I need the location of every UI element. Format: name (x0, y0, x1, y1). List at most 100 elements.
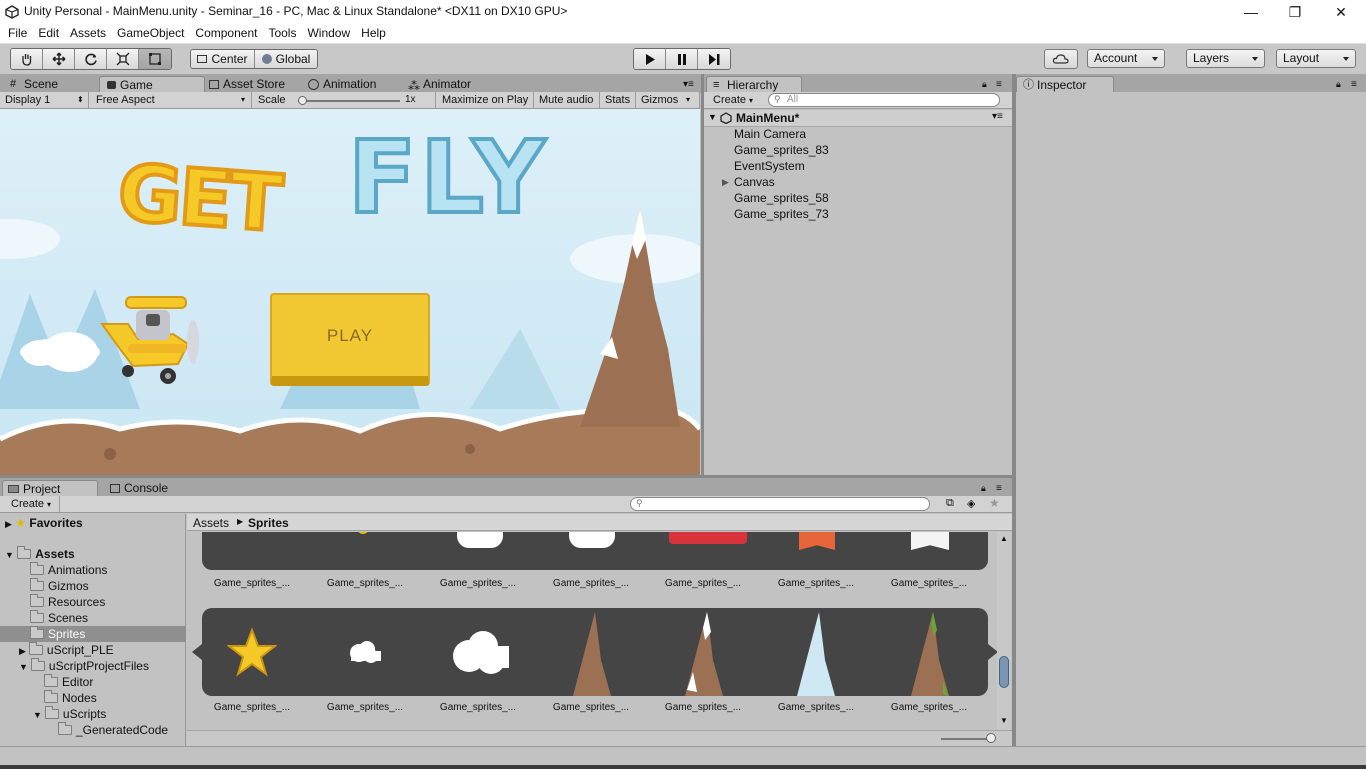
large-cloud-sprite-thumb[interactable] (451, 628, 511, 678)
gizmos-dropdown[interactable]: Gizmos ▾ (636, 92, 700, 109)
play-button[interactable]: PLAY (270, 293, 430, 386)
asset-name[interactable]: Game_sprites_... (653, 702, 753, 713)
hierarchy-item[interactable]: Game_sprites_73 (734, 207, 829, 221)
hierarchy-item[interactable]: EventSystem (734, 159, 805, 173)
project-search-input[interactable] (630, 497, 930, 511)
asset-name[interactable]: Game_sprites_... (428, 702, 528, 713)
hierarchy-item[interactable]: Game_sprites_83 (734, 143, 829, 157)
assets-row[interactable]: ▼ Assets (5, 546, 75, 562)
tab-hierarchy[interactable]: ≡ Hierarchy (706, 76, 802, 93)
hierarchy-search-input[interactable]: All (768, 93, 1000, 107)
filter-type-icon[interactable]: ⧉ (946, 497, 954, 510)
favorites-row[interactable]: ▶ ★ Favorites (5, 515, 83, 531)
tab-scene[interactable]: # Scene (8, 76, 58, 93)
folder-row[interactable]: Gizmos (30, 578, 89, 594)
panel-menu-icon[interactable]: ≡ (1351, 79, 1357, 90)
menu-component[interactable]: Component (189, 24, 262, 42)
snow-mountain-sprite-thumb[interactable] (683, 610, 727, 696)
aspect-dropdown[interactable]: Free Aspect ▾ (91, 92, 252, 109)
tab-console[interactable]: Console (104, 480, 168, 497)
tab-animator[interactable]: ⁂ Animator (407, 76, 471, 93)
sprite-thumb[interactable] (669, 532, 747, 544)
menu-edit[interactable]: Edit (32, 24, 64, 42)
panel-menu-icon[interactable]: ≡ (996, 79, 1002, 90)
hierarchy-create-dropdown[interactable]: Create ▾ (708, 92, 764, 109)
pivot-global-toggle[interactable]: Global (255, 50, 317, 68)
expand-triangle-icon[interactable]: ▼ (19, 662, 28, 672)
folder-row[interactable]: Scenes (30, 610, 88, 626)
scene-menu-icon[interactable]: ▾≡ (992, 111, 1003, 122)
thumb-size-slider[interactable] (986, 733, 996, 743)
lock-icon[interactable]: 🔒︎ (981, 483, 986, 494)
layers-dropdown[interactable]: Layers (1186, 49, 1265, 68)
maximize-on-play-toggle[interactable]: Maximize on Play (437, 92, 534, 109)
asset-name[interactable]: Game_sprites_... (879, 578, 979, 589)
grass-mountain-sprite-thumb[interactable] (909, 610, 953, 696)
stats-toggle[interactable]: Stats (600, 92, 636, 109)
scroll-down-icon[interactable]: ▼ (1000, 716, 1008, 725)
folder-row[interactable]: ▶ uScript_PLE (19, 642, 114, 658)
scroll-up-icon[interactable]: ▲ (1000, 534, 1008, 543)
folder-row[interactable]: ▼ uScriptProjectFiles (19, 658, 149, 674)
expand-triangle-icon[interactable]: ▶ (722, 177, 729, 188)
asset-name[interactable]: Game_sprites_... (315, 578, 415, 589)
tab-inspector[interactable]: ⓘ Inspector (1016, 76, 1114, 93)
sprite-thumb[interactable] (457, 532, 503, 548)
mute-audio-toggle[interactable]: Mute audio (534, 92, 600, 109)
project-create-dropdown[interactable]: Create ▾ (6, 496, 60, 513)
rect-tool-icon[interactable] (139, 49, 171, 69)
expand-triangle-icon[interactable]: ▼ (708, 112, 717, 122)
panel-menu-icon[interactable]: ≡ (996, 483, 1002, 494)
folder-row[interactable]: ▼ uScripts (33, 706, 106, 722)
menu-gameobject[interactable]: GameObject (111, 24, 189, 42)
layout-dropdown[interactable]: Layout (1276, 49, 1356, 68)
hierarchy-item[interactable]: Main Camera (734, 127, 806, 141)
tab-game[interactable]: Game (99, 76, 205, 93)
restore-button[interactable]: ❐ (1272, 0, 1318, 24)
ice-mountain-sprite-thumb[interactable] (795, 610, 839, 696)
expand-triangle-icon[interactable]: ▶ (5, 519, 12, 529)
star-sprite-thumb[interactable] (227, 628, 277, 678)
expand-triangle-icon[interactable]: ▼ (33, 710, 42, 720)
asset-scrollbar[interactable]: ▲ ▼ (997, 532, 1011, 730)
account-dropdown[interactable]: Account (1087, 49, 1165, 68)
scene-header-row[interactable]: ▼ MainMenu* ▾≡ (704, 110, 1012, 127)
menu-file[interactable]: File (2, 24, 32, 42)
move-tool-icon[interactable] (43, 49, 75, 69)
play-icon[interactable] (634, 49, 666, 69)
menu-window[interactable]: Window (301, 24, 355, 42)
pivot-center-toggle[interactable]: Center (191, 50, 255, 68)
asset-name[interactable]: Game_sprites_... (428, 578, 528, 589)
small-cloud-sprite-thumb[interactable] (347, 639, 383, 665)
tab-asset-store[interactable]: Asset Store (207, 76, 285, 93)
sprite-thumb[interactable] (569, 532, 615, 548)
hand-tool-icon[interactable] (11, 49, 43, 69)
asset-name[interactable]: Game_sprites_... (202, 578, 302, 589)
hierarchy-item[interactable]: Canvas (734, 175, 775, 189)
step-icon[interactable] (698, 49, 730, 69)
expand-triangle-icon[interactable]: ▼ (5, 550, 14, 560)
asset-name[interactable]: Game_sprites_... (541, 578, 641, 589)
scale-tool-icon[interactable] (107, 49, 139, 69)
close-button[interactable]: ✕ (1318, 0, 1364, 24)
asset-name[interactable]: Game_sprites_... (766, 702, 866, 713)
hierarchy-item[interactable]: Game_sprites_58 (734, 191, 829, 205)
menu-tools[interactable]: Tools (262, 24, 301, 42)
folder-row[interactable]: Resources (30, 594, 105, 610)
asset-name[interactable]: Game_sprites_... (202, 702, 302, 713)
scale-thumb[interactable] (298, 96, 307, 105)
rotate-tool-icon[interactable] (75, 49, 107, 69)
breadcrumb-assets[interactable]: Assets (193, 516, 229, 530)
pause-icon[interactable] (666, 49, 698, 69)
folder-row[interactable]: Animations (30, 562, 107, 578)
lock-icon[interactable]: 🔒︎ (982, 79, 987, 90)
asset-name[interactable]: Game_sprites_... (653, 578, 753, 589)
folder-row[interactable]: Nodes (44, 690, 97, 706)
asset-name[interactable]: Game_sprites_... (315, 702, 415, 713)
tab-animation[interactable]: Animation (307, 76, 376, 93)
scroll-thumb[interactable] (999, 656, 1009, 688)
panel-splitter[interactable] (701, 74, 704, 476)
folder-row-selected[interactable]: Sprites (30, 626, 85, 642)
folder-row[interactable]: Editor (44, 674, 93, 690)
asset-name[interactable]: Game_sprites_... (541, 702, 641, 713)
